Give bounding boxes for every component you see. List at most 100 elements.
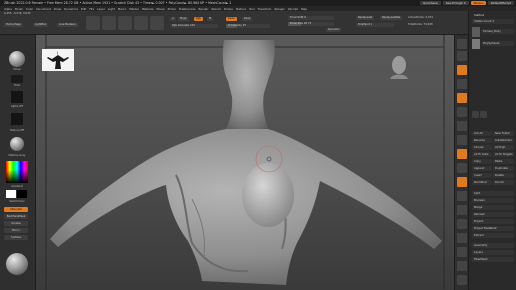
quicksave-button[interactable]: QuickSave [419,1,441,5]
merge-section[interactable]: Merge [472,205,514,210]
replay-last-rel-button[interactable]: ReplayLastRel [380,16,403,20]
menu-stencil[interactable]: Stencil [211,7,220,11]
rotate-mode-button[interactable] [150,16,164,30]
all-low-button[interactable]: All Low [472,145,492,150]
menu-texture[interactable]: Texture [236,7,246,11]
replay-last-button[interactable]: ReplayLast [356,16,375,20]
remesh-section[interactable]: Remesh [472,212,514,217]
menu-material[interactable]: Material [142,7,153,11]
local-button[interactable] [457,149,467,159]
delete-button[interactable]: Delete [493,173,514,178]
rotate-view-button[interactable] [457,219,467,229]
move-view-button[interactable] [457,191,467,201]
menu-movie[interactable]: Movie [156,7,164,11]
double-button[interactable]: Double [4,221,28,226]
scale-mode-button[interactable] [134,16,148,30]
menu-marker[interactable]: Marker [129,7,139,11]
extract-section[interactable]: Extract [472,233,514,238]
mirror-button[interactable]: Mirror [4,228,28,233]
del-other-button[interactable]: Del Other [472,180,492,185]
subtool-header[interactable]: Subtool [472,13,514,18]
edit-mode-button[interactable] [86,16,100,30]
frame-button[interactable] [457,177,467,187]
menu-color[interactable]: Color [26,7,33,11]
texture-preview-icon[interactable] [11,113,23,125]
menu-file[interactable]: File [89,7,94,11]
menu-zscript[interactable]: Zscript [288,7,298,11]
append-button[interactable]: Append [472,166,492,171]
draw-mode-button[interactable] [102,16,116,30]
focal-shift-slider[interactable]: Focal Shift 0 [288,16,334,20]
split-section[interactable]: Split [472,191,514,196]
menu-draw[interactable]: Draw [54,7,61,11]
menu-dynamics[interactable]: Dynamics [64,7,78,11]
auto-reorder-button[interactable]: AutoReorder [493,138,514,143]
lightbox-button[interactable]: LightBox [33,23,49,27]
material-sphere-icon[interactable] [6,253,28,275]
aahalf-button[interactable] [457,107,467,117]
brush-preview-icon[interactable] [9,51,25,67]
see-through-slider[interactable]: See-through 0 [442,1,469,5]
menu-document[interactable]: Document [36,7,51,11]
polyf-button[interactable] [457,233,467,243]
bpr-button[interactable] [457,39,467,49]
menu-stroke[interactable]: Stroke [224,7,233,11]
new-folder-button[interactable]: New Folder [493,131,514,136]
rgb-intensity-slider[interactable]: Rgb Intensity 100 [170,24,218,28]
duplicate-button[interactable]: Duplicate [493,166,514,171]
backface-mask-button[interactable]: BackfaceMask [4,214,28,219]
default-zscript-button[interactable]: DefaultZScript [487,1,514,5]
draw-size-slider[interactable]: Draw Size 28.73 [288,22,334,26]
menu-tool[interactable]: Tool [249,7,254,11]
menu-render[interactable]: Render [198,7,208,11]
insert-button[interactable]: Insert [472,173,492,178]
subtool-female-body[interactable]: Female_Body [481,29,514,34]
actual-button[interactable] [457,93,467,103]
copy-button[interactable]: Copy [472,159,492,164]
dynamic-button[interactable]: Dynamic [326,28,342,32]
a-button[interactable]: A [170,17,176,21]
alternate-button[interactable]: Alternate [4,207,28,212]
boolean-section[interactable]: Boolean [472,198,514,203]
rename-button[interactable]: Rename [472,138,492,143]
move-mode-button[interactable] [118,16,132,30]
xpose-button[interactable] [457,275,467,285]
project-bas-relief-section[interactable]: Project BasRelief [472,226,514,231]
menu-zplugin[interactable]: Zplugin [274,7,285,11]
spix-button[interactable] [457,51,467,61]
rgb-button[interactable]: Rgb [194,17,204,21]
floor-button[interactable] [457,135,467,145]
del-all-button[interactable]: Del All [493,180,514,185]
menu-preferences[interactable]: Preferences [179,7,195,11]
menus-button[interactable]: Menus [470,1,486,5]
z-intensity-slider[interactable]: Z Intensity 25 [226,24,270,28]
zadd-button[interactable]: Zadd [226,17,237,21]
m-button[interactable]: M [207,17,214,21]
transp-button[interactable] [457,247,467,257]
scale-view-button[interactable] [457,205,467,215]
geometry-section[interactable]: Geometry [472,243,514,248]
polypaint-slider[interactable]: PolyPaint 1 [356,23,394,27]
layers-section[interactable]: Layers [472,250,514,255]
menu-brush[interactable]: Brush [15,7,23,11]
menu-macro[interactable]: Macro [118,7,126,11]
menu-help[interactable]: Help [301,7,307,11]
all-high-button[interactable]: All High [493,145,514,150]
home-page-button[interactable]: Home Page [4,23,23,27]
menu-alpha[interactable]: Alpha [4,7,12,11]
fibermesh-section[interactable]: FiberMesh [472,257,514,262]
zsub-button[interactable]: Zsub [242,17,253,21]
scroll-button[interactable] [457,65,467,75]
material-preview-icon[interactable] [10,137,24,151]
menu-light[interactable]: Light [108,7,115,11]
secondary-color-swatch[interactable] [17,190,27,198]
persp-button[interactable] [457,121,467,131]
list-all-button[interactable]: List All [472,131,492,136]
surface-button[interactable]: Surface [4,235,28,240]
all-to-subs-button[interactable]: All To Subs [472,152,492,157]
stroke-preview-icon[interactable] [11,75,23,83]
alpha-preview-icon[interactable] [11,91,23,103]
live-boolean-button[interactable]: Live Boolean [57,23,78,27]
color-picker-icon[interactable] [6,161,28,183]
menu-edit[interactable]: Edit [81,7,86,11]
